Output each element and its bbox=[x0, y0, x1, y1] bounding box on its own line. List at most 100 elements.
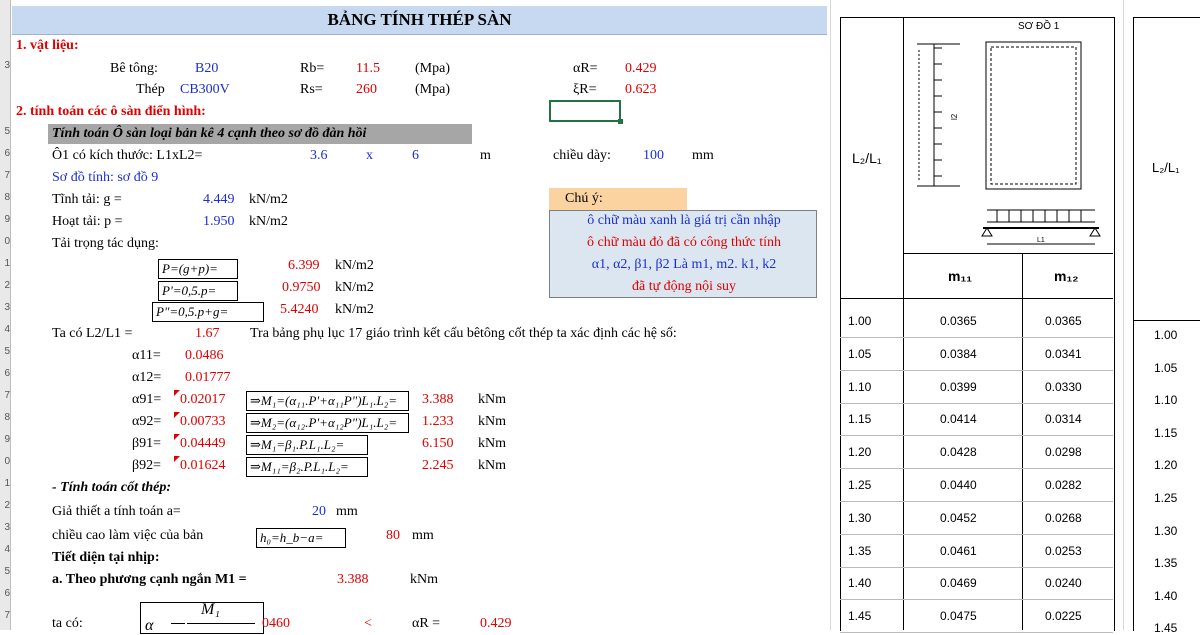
load-formula[interactable]: P"=0,5.p+g= bbox=[152, 302, 264, 322]
m11-cell[interactable]: 0.0475 bbox=[940, 609, 977, 623]
alpha-formula-box[interactable]: M₁ α bbox=[140, 601, 264, 634]
thickness-label[interactable]: chiều dày: bbox=[553, 148, 611, 164]
dims-label[interactable]: Ô1 có kích thước: L1xL2= bbox=[52, 148, 202, 164]
ratio-cell[interactable]: 1.00 bbox=[848, 314, 871, 328]
ratio-cell[interactable]: 1.40 bbox=[848, 576, 871, 590]
rb-label[interactable]: Rb= bbox=[300, 61, 324, 77]
dead-load-unit[interactable]: kN/m2 bbox=[249, 192, 288, 208]
h0-unit[interactable]: mm bbox=[412, 528, 434, 544]
thickness-value[interactable]: 100 bbox=[643, 148, 664, 164]
note-title[interactable]: Chú ý: bbox=[565, 191, 603, 207]
m11-cell[interactable]: 0.0452 bbox=[940, 511, 977, 525]
coef-label[interactable]: α91= bbox=[132, 392, 161, 408]
moment-formula[interactable]: ⇒M₂=(α₁₂.P'+α₁₂P")L₁.L₂= bbox=[246, 413, 409, 433]
row-number[interactable]: 4 bbox=[0, 544, 10, 555]
selected-cell[interactable] bbox=[549, 100, 621, 122]
ratio-cell[interactable]: 1.15 bbox=[848, 412, 871, 426]
ratio-cell-2[interactable]: 1.15 bbox=[1154, 426, 1177, 440]
row-number[interactable]: 5 bbox=[0, 346, 10, 357]
coef-value[interactable]: 0.0486 bbox=[185, 348, 224, 364]
steel-value[interactable]: CB300V bbox=[180, 82, 230, 98]
live-load-unit[interactable]: kN/m2 bbox=[249, 214, 288, 230]
ratio-cell[interactable]: 1.10 bbox=[848, 380, 871, 394]
m12-cell[interactable]: 0.0240 bbox=[1045, 576, 1082, 590]
ratio-value[interactable]: 1.67 bbox=[195, 326, 220, 342]
ratio-cell-2[interactable]: 1.40 bbox=[1154, 589, 1177, 603]
coef-label[interactable]: α12= bbox=[132, 370, 161, 386]
ratio-cell[interactable]: 1.05 bbox=[848, 347, 871, 361]
row-number[interactable]: 2 bbox=[0, 280, 10, 291]
moment-value[interactable]: 1.233 bbox=[422, 414, 454, 430]
load-unit[interactable]: kN/m2 bbox=[335, 258, 374, 274]
moment-unit[interactable]: kNm bbox=[478, 392, 506, 408]
dead-load-label[interactable]: Tĩnh tải: g = bbox=[52, 192, 122, 208]
row-number[interactable]: 8 bbox=[0, 412, 10, 423]
m12-cell[interactable]: 0.0330 bbox=[1045, 380, 1082, 394]
coef-value[interactable]: 0.04449 bbox=[180, 436, 226, 452]
alphaR-label[interactable]: αR= bbox=[573, 61, 598, 77]
row-number[interactable]: 9 bbox=[0, 434, 10, 445]
calc-band-title[interactable]: Tính toán Ô sàn loại bản kê 4 cạnh theo … bbox=[52, 126, 366, 142]
row-number[interactable]: 3 bbox=[0, 60, 10, 71]
alphaR-value[interactable]: 0.429 bbox=[625, 61, 657, 77]
load-value[interactable]: 0.9750 bbox=[282, 280, 321, 296]
concrete-value[interactable]: B20 bbox=[195, 61, 218, 77]
ratio-header[interactable]: L₂/L₁ bbox=[852, 150, 882, 166]
dims-x[interactable]: x bbox=[366, 148, 373, 164]
note-line[interactable]: α1, α2, β1, β2 Là m1, m2. k1, k2 bbox=[550, 257, 818, 273]
live-load-value[interactable]: 1.950 bbox=[203, 214, 235, 230]
m11-cell[interactable]: 0.0399 bbox=[940, 380, 977, 394]
moment-formula[interactable]: ⇒M₁=β₁.P.L₁.L₂= bbox=[246, 435, 368, 455]
m11-cell[interactable]: 0.0469 bbox=[940, 576, 977, 590]
xiR-value[interactable]: 0.623 bbox=[625, 82, 657, 98]
load-formula[interactable]: P=(g+p)= bbox=[158, 259, 238, 279]
dead-load-value[interactable]: 4.449 bbox=[203, 192, 235, 208]
dir-a-label[interactable]: a. Theo phương cạnh ngắn M1 = bbox=[52, 572, 247, 588]
h0-label[interactable]: chiều cao làm việc của bản bbox=[52, 528, 203, 544]
ratio-cell[interactable]: 1.30 bbox=[848, 511, 871, 525]
ratio-cell[interactable]: 1.20 bbox=[848, 445, 871, 459]
ratio-cell[interactable]: 1.35 bbox=[848, 544, 871, 558]
rb-value[interactable]: 11.5 bbox=[356, 61, 380, 77]
dir-a-value[interactable]: 3.388 bbox=[337, 572, 369, 588]
scheme-label[interactable]: Sơ đồ tính: sơ đồ 9 bbox=[52, 170, 158, 186]
concrete-label[interactable]: Bê tông: bbox=[110, 61, 158, 77]
m12-cell[interactable]: 0.0298 bbox=[1045, 445, 1082, 459]
rb-unit[interactable]: (Mpa) bbox=[415, 61, 450, 77]
row-number[interactable]: 6 bbox=[0, 588, 10, 599]
load-unit[interactable]: kN/m2 bbox=[335, 280, 374, 296]
row-number[interactable]: 6 bbox=[0, 368, 10, 379]
m12-cell[interactable]: 0.0314 bbox=[1045, 412, 1082, 426]
note-line[interactable]: ô chữ màu đỏ đã có công thức tính bbox=[550, 235, 818, 251]
m11-cell[interactable]: 0.0384 bbox=[940, 347, 977, 361]
ratio-cell-2[interactable]: 1.35 bbox=[1154, 556, 1177, 570]
row-number[interactable]: 1 bbox=[0, 258, 10, 269]
ratio-cell-2[interactable]: 1.25 bbox=[1154, 491, 1177, 505]
h0-formula[interactable]: h₀=h_b−a= bbox=[256, 528, 346, 548]
ratio-cell[interactable]: 1.25 bbox=[848, 478, 871, 492]
row-number[interactable]: 0 bbox=[0, 456, 10, 467]
coef-label[interactable]: β91= bbox=[132, 436, 161, 452]
coef-label[interactable]: α92= bbox=[132, 414, 161, 430]
row-number[interactable]: 0 bbox=[0, 236, 10, 247]
ratio-cell-2[interactable]: 1.30 bbox=[1154, 524, 1177, 538]
section-1-heading[interactable]: 1. vật liệu: bbox=[16, 38, 79, 54]
row-number[interactable]: 3 bbox=[0, 302, 10, 313]
rs-value[interactable]: 260 bbox=[356, 82, 377, 98]
a-assume-unit[interactable]: mm bbox=[336, 504, 358, 520]
l1-value[interactable]: 3.6 bbox=[310, 148, 328, 164]
coef-value[interactable]: 0.00733 bbox=[180, 414, 226, 430]
row-number[interactable]: 7 bbox=[0, 170, 10, 181]
m12-cell[interactable]: 0.0365 bbox=[1045, 314, 1082, 328]
ratio-cell[interactable]: 1.45 bbox=[848, 609, 871, 623]
load-unit[interactable]: kN/m2 bbox=[335, 302, 374, 318]
moment-unit[interactable]: kNm bbox=[478, 458, 506, 474]
ratio-cell-2[interactable]: 1.20 bbox=[1154, 458, 1177, 472]
load-formula[interactable]: P'=0,5.p= bbox=[158, 281, 238, 301]
row-number[interactable]: 9 bbox=[0, 214, 10, 225]
moment-unit[interactable]: kNm bbox=[478, 414, 506, 430]
ratio-label[interactable]: Ta có L2/L1 = bbox=[52, 326, 132, 342]
l2-value[interactable]: 6 bbox=[412, 148, 419, 164]
m11-cell[interactable]: 0.0428 bbox=[940, 445, 977, 459]
dims-unit[interactable]: m bbox=[480, 148, 491, 164]
